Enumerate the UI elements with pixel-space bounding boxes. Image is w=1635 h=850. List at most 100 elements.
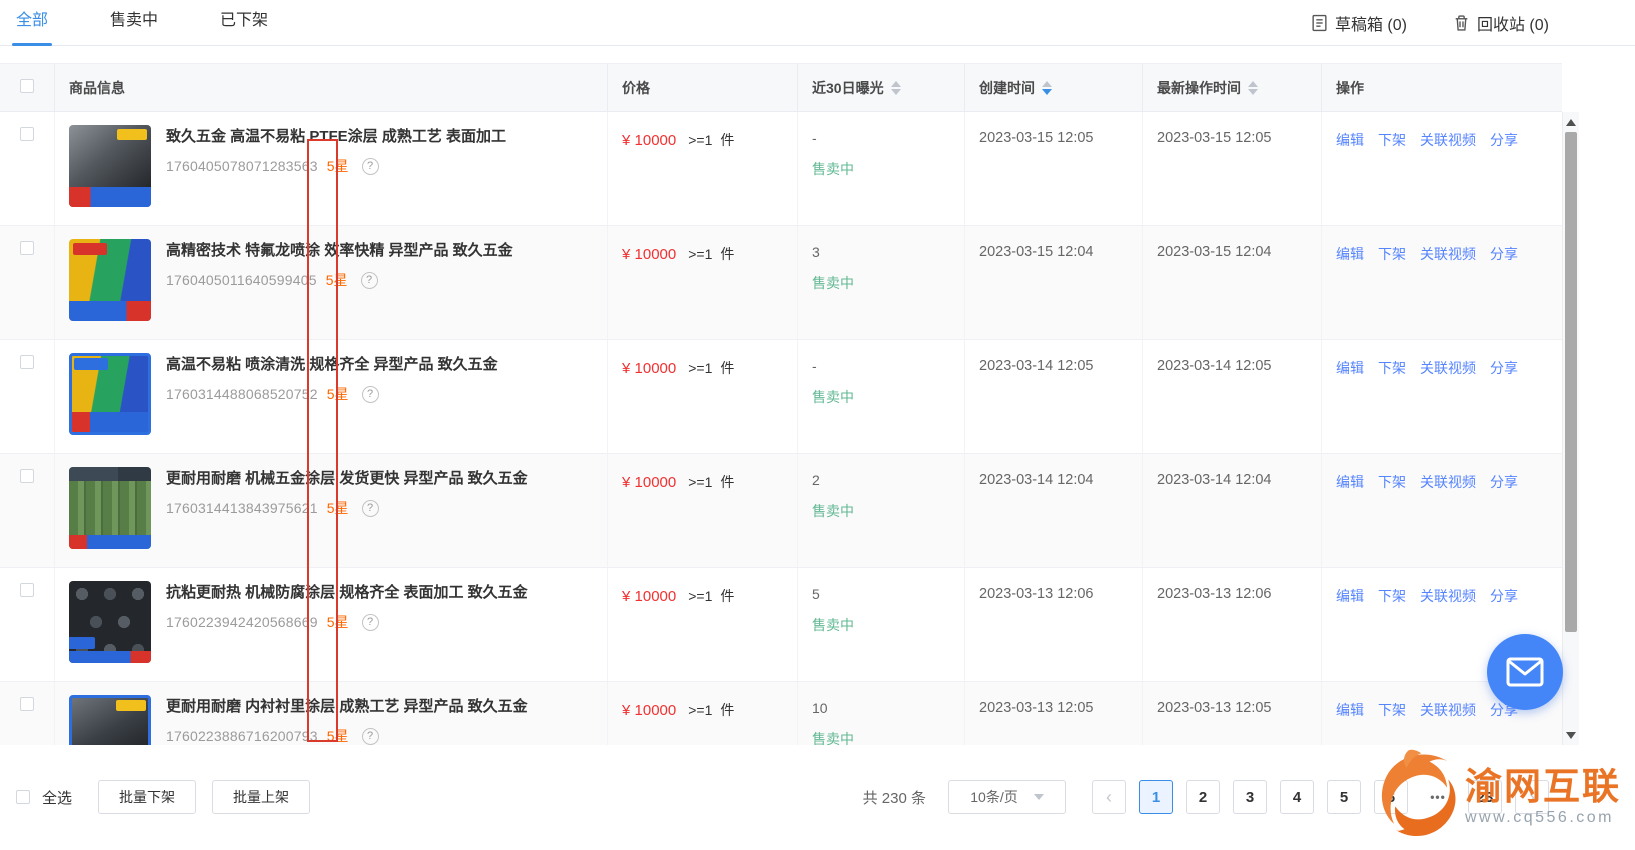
sort-icon-updated[interactable]	[1248, 81, 1258, 95]
product-id: 1760405078071283563	[166, 158, 318, 174]
recycle-bin-button[interactable]: 回收站 (0)	[1453, 11, 1549, 35]
product-title[interactable]: 高温不易粘 喷涂清洗 规格齐全 异型产品 致久五金	[166, 355, 498, 375]
delist-link[interactable]: 下架	[1378, 130, 1406, 150]
prev-page-button[interactable]: ‹	[1092, 780, 1126, 814]
star-rating: 5星	[327, 726, 349, 745]
product-title[interactable]: 致久五金 高温不易粘 PTFE涂层 成熟工艺 表面加工	[166, 127, 506, 147]
related-video-link[interactable]: 关联视频	[1420, 472, 1476, 492]
help-icon[interactable]: ?	[362, 500, 379, 517]
next-page-button[interactable]: ›	[1515, 780, 1549, 814]
help-icon[interactable]: ?	[362, 158, 379, 175]
unit: 件	[720, 474, 734, 490]
product-image[interactable]	[69, 581, 151, 663]
exposure-value: -	[812, 130, 950, 146]
col-product-info: 商品信息	[55, 64, 608, 111]
status-badge: 售卖中	[812, 387, 950, 407]
page-button-4[interactable]: 4	[1280, 780, 1314, 814]
col-created-time[interactable]: 创建时间	[965, 64, 1143, 111]
delist-link[interactable]: 下架	[1378, 244, 1406, 264]
share-link[interactable]: 分享	[1490, 358, 1518, 378]
select-all-header-checkbox[interactable]	[20, 79, 34, 93]
draft-box-button[interactable]: 草稿箱 (0)	[1311, 11, 1407, 35]
page-button-1[interactable]: 1	[1139, 780, 1173, 814]
tab-all[interactable]: 全部	[16, 0, 48, 46]
row-checkbox[interactable]	[20, 241, 34, 255]
scroll-down-arrow-icon[interactable]	[1563, 727, 1579, 743]
star-rating: 5星	[326, 270, 348, 290]
col-updated-time[interactable]: 最新操作时间	[1143, 64, 1322, 111]
tab-delisted[interactable]: 已下架	[220, 0, 268, 46]
product-title[interactable]: 高精密技术 特氟龙喷涂 效率快精 异型产品 致久五金	[166, 241, 513, 261]
product-image[interactable]	[69, 695, 151, 745]
row-checkbox[interactable]	[20, 469, 34, 483]
product-title[interactable]: 更耐用耐磨 内衬衬里涂层 成熟工艺 异型产品 致久五金	[166, 697, 528, 717]
product-image[interactable]	[69, 239, 151, 321]
status-badge: 售卖中	[812, 159, 950, 179]
delist-link[interactable]: 下架	[1378, 472, 1406, 492]
delist-link[interactable]: 下架	[1378, 586, 1406, 606]
product-title[interactable]: 抗粘更耐热 机械防腐涂层 规格齐全 表面加工 致久五金	[166, 583, 528, 603]
min-qty: >=1	[688, 588, 712, 604]
chat-float-button[interactable]	[1487, 634, 1563, 710]
recycle-bin-label: 回收站 (0)	[1477, 11, 1549, 35]
star-rating: 5星	[327, 156, 349, 176]
delist-link[interactable]: 下架	[1378, 700, 1406, 720]
batch-delist-button[interactable]: 批量下架	[98, 780, 196, 814]
min-qty: >=1	[688, 474, 712, 490]
select-all-checkbox[interactable]	[16, 790, 30, 804]
share-link[interactable]: 分享	[1490, 586, 1518, 606]
row-checkbox[interactable]	[20, 355, 34, 369]
share-link[interactable]: 分享	[1490, 130, 1518, 150]
created-time: 2023-03-15 12:05	[965, 112, 1143, 225]
sort-icon-created[interactable]	[1042, 81, 1052, 95]
table-scrollbar[interactable]	[1562, 112, 1579, 745]
select-all-label: 全选	[42, 787, 72, 808]
page-ellipsis[interactable]: •••	[1421, 780, 1455, 814]
edit-link[interactable]: 编辑	[1336, 130, 1364, 150]
page-button-5[interactable]: 5	[1327, 780, 1361, 814]
col-exposure[interactable]: 近30日曝光	[798, 64, 965, 111]
delist-link[interactable]: 下架	[1378, 358, 1406, 378]
batch-list-button[interactable]: 批量上架	[212, 780, 310, 814]
page-button-2[interactable]: 2	[1186, 780, 1220, 814]
tab-selling[interactable]: 售卖中	[110, 0, 158, 46]
product-id: 1760405011640599405	[166, 272, 317, 288]
related-video-link[interactable]: 关联视频	[1420, 244, 1476, 264]
product-image[interactable]	[69, 353, 151, 435]
table-row: 高温不易粘 喷涂清洗 规格齐全 异型产品 致久五金 17603144880685…	[0, 340, 1562, 454]
share-link[interactable]: 分享	[1490, 472, 1518, 492]
row-checkbox[interactable]	[20, 583, 34, 597]
scroll-up-arrow-icon[interactable]	[1563, 114, 1579, 130]
product-title[interactable]: 更耐用耐磨 机械五金涂层 发货更快 异型产品 致久五金	[166, 469, 528, 489]
product-image[interactable]	[69, 467, 151, 549]
sort-icon-exposure[interactable]	[891, 81, 901, 95]
edit-link[interactable]: 编辑	[1336, 586, 1364, 606]
help-icon[interactable]: ?	[362, 386, 379, 403]
page-size-select[interactable]: 10条/页	[948, 780, 1066, 814]
col-price: 价格	[608, 64, 798, 111]
help-icon[interactable]: ?	[362, 728, 379, 745]
created-time: 2023-03-15 12:04	[965, 226, 1143, 339]
related-video-link[interactable]: 关联视频	[1420, 130, 1476, 150]
product-image[interactable]	[69, 125, 151, 207]
page-button-6[interactable]: 6	[1374, 780, 1408, 814]
edit-link[interactable]: 编辑	[1336, 244, 1364, 264]
help-icon[interactable]: ?	[361, 272, 378, 289]
page-button-3[interactable]: 3	[1233, 780, 1267, 814]
share-link[interactable]: 分享	[1490, 244, 1518, 264]
row-checkbox[interactable]	[20, 697, 34, 711]
header-checkbox-cell	[0, 64, 55, 111]
price: ¥ 10000	[622, 474, 676, 491]
help-icon[interactable]: ?	[362, 614, 379, 631]
product-management-page: 全部 售卖中 已下架 草稿箱 (0)	[0, 0, 1635, 850]
edit-link[interactable]: 编辑	[1336, 700, 1364, 720]
related-video-link[interactable]: 关联视频	[1420, 700, 1476, 720]
min-qty: >=1	[688, 132, 712, 148]
row-checkbox[interactable]	[20, 127, 34, 141]
related-video-link[interactable]: 关联视频	[1420, 358, 1476, 378]
related-video-link[interactable]: 关联视频	[1420, 586, 1476, 606]
page-button-last[interactable]: 23	[1468, 780, 1502, 814]
scrollbar-thumb[interactable]	[1565, 132, 1577, 632]
edit-link[interactable]: 编辑	[1336, 358, 1364, 378]
edit-link[interactable]: 编辑	[1336, 472, 1364, 492]
